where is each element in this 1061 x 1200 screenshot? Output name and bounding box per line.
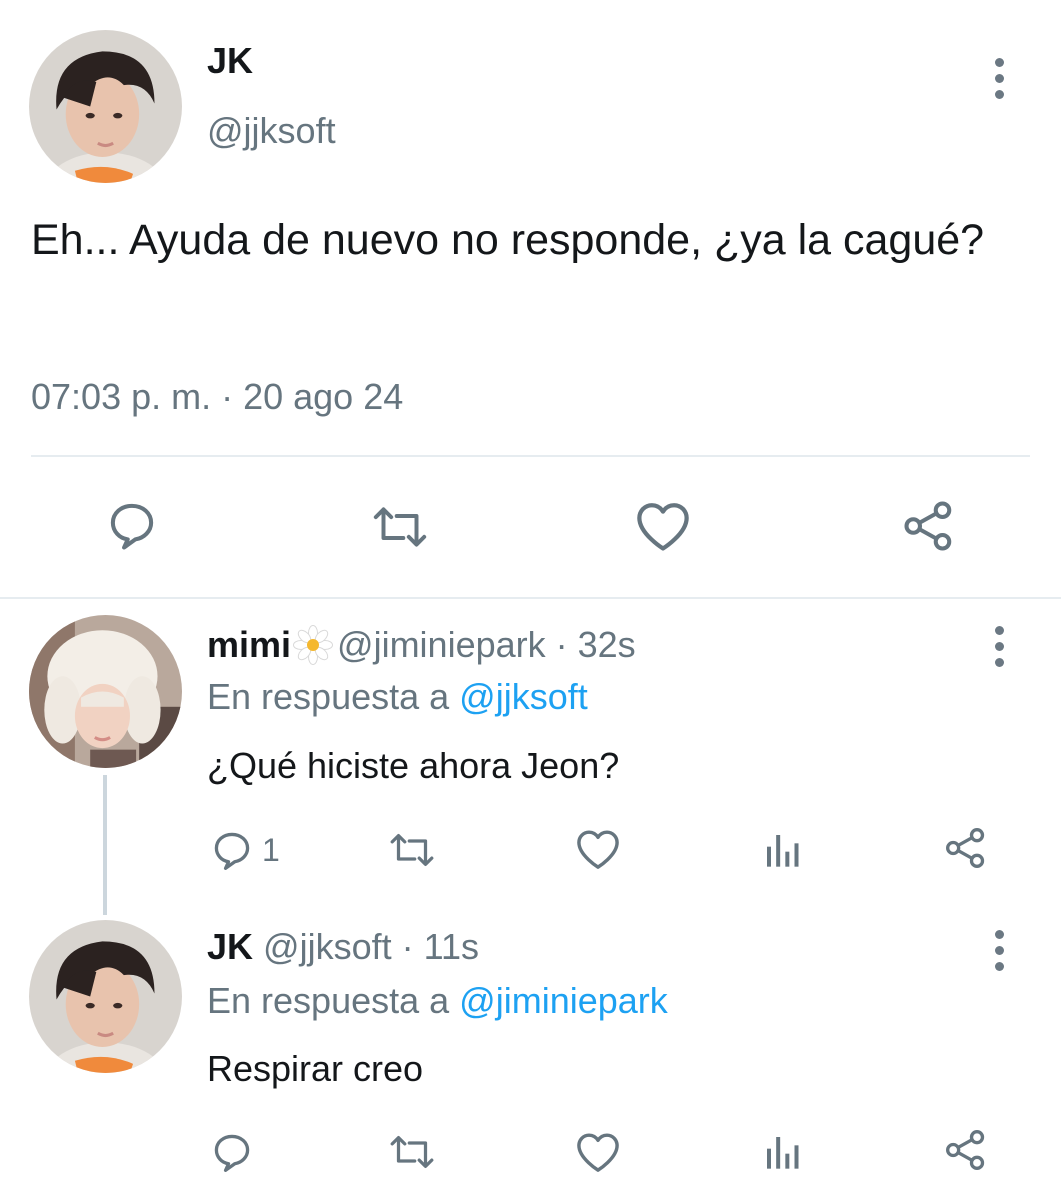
retweet-icon[interactable] (385, 1130, 439, 1174)
share-icon[interactable] (902, 498, 956, 554)
reply-header: JK @jjksoft · 11s (207, 926, 479, 968)
like-icon[interactable] (634, 500, 692, 552)
more-options-icon[interactable] (993, 626, 1005, 667)
reply-text: ¿Qué hiciste ahora Jeon? (207, 745, 620, 786)
retweet-icon[interactable] (367, 500, 433, 554)
tweet-text: Eh... Ayuda de nuevo no responde, ¿ya la… (31, 216, 985, 264)
reply-icon[interactable] (210, 1130, 254, 1174)
reply-icon[interactable] (105, 498, 159, 552)
reply-time[interactable]: · 32s (556, 624, 636, 666)
reply-count: 1 (262, 832, 280, 868)
more-options-icon[interactable] (993, 930, 1005, 971)
analytics-icon[interactable] (762, 1132, 802, 1172)
share-icon[interactable] (944, 1128, 988, 1172)
reply-author-handle[interactable]: @jiminiepark (337, 624, 546, 666)
reply-mention[interactable]: @jiminiepark (459, 980, 668, 1021)
avatar-mimi[interactable] (29, 615, 182, 768)
more-options-icon[interactable] (993, 58, 1005, 99)
tweet-timestamp[interactable]: 07:03 p. m. · 20 ago 24 (31, 376, 403, 418)
reply-icon[interactable] (210, 828, 254, 872)
reply-prefix: En respuesta a (207, 980, 450, 1021)
avatar-jk-main[interactable] (29, 30, 182, 183)
like-icon[interactable] (575, 828, 621, 870)
reply-header: mimi @jiminiepark · 32s (207, 624, 636, 666)
thread-line (103, 775, 107, 915)
like-icon[interactable] (575, 1131, 621, 1173)
reply-context: En respuesta a @jiminiepark (207, 980, 668, 1022)
reply-time[interactable]: · 11s (402, 926, 479, 968)
author-handle[interactable]: @jjksoft (207, 110, 336, 152)
reply-text: Respirar creo (207, 1048, 424, 1089)
reply-author-name[interactable]: JK (207, 926, 253, 968)
divider (31, 455, 1030, 457)
reply-author-name[interactable]: mimi (207, 624, 291, 666)
retweet-icon[interactable] (385, 828, 439, 872)
analytics-icon[interactable] (762, 830, 802, 870)
reply-context: En respuesta a @jjksoft (207, 676, 588, 718)
section-divider (0, 597, 1061, 599)
flower-icon (293, 625, 334, 665)
reply-author-handle[interactable]: @jjksoft (263, 926, 392, 968)
reply-prefix: En respuesta a (207, 676, 450, 717)
avatar-jk-reply[interactable] (29, 920, 182, 1073)
reply-mention[interactable]: @jjksoft (459, 676, 588, 717)
author-name[interactable]: JK (207, 40, 253, 82)
share-icon[interactable] (944, 826, 988, 870)
